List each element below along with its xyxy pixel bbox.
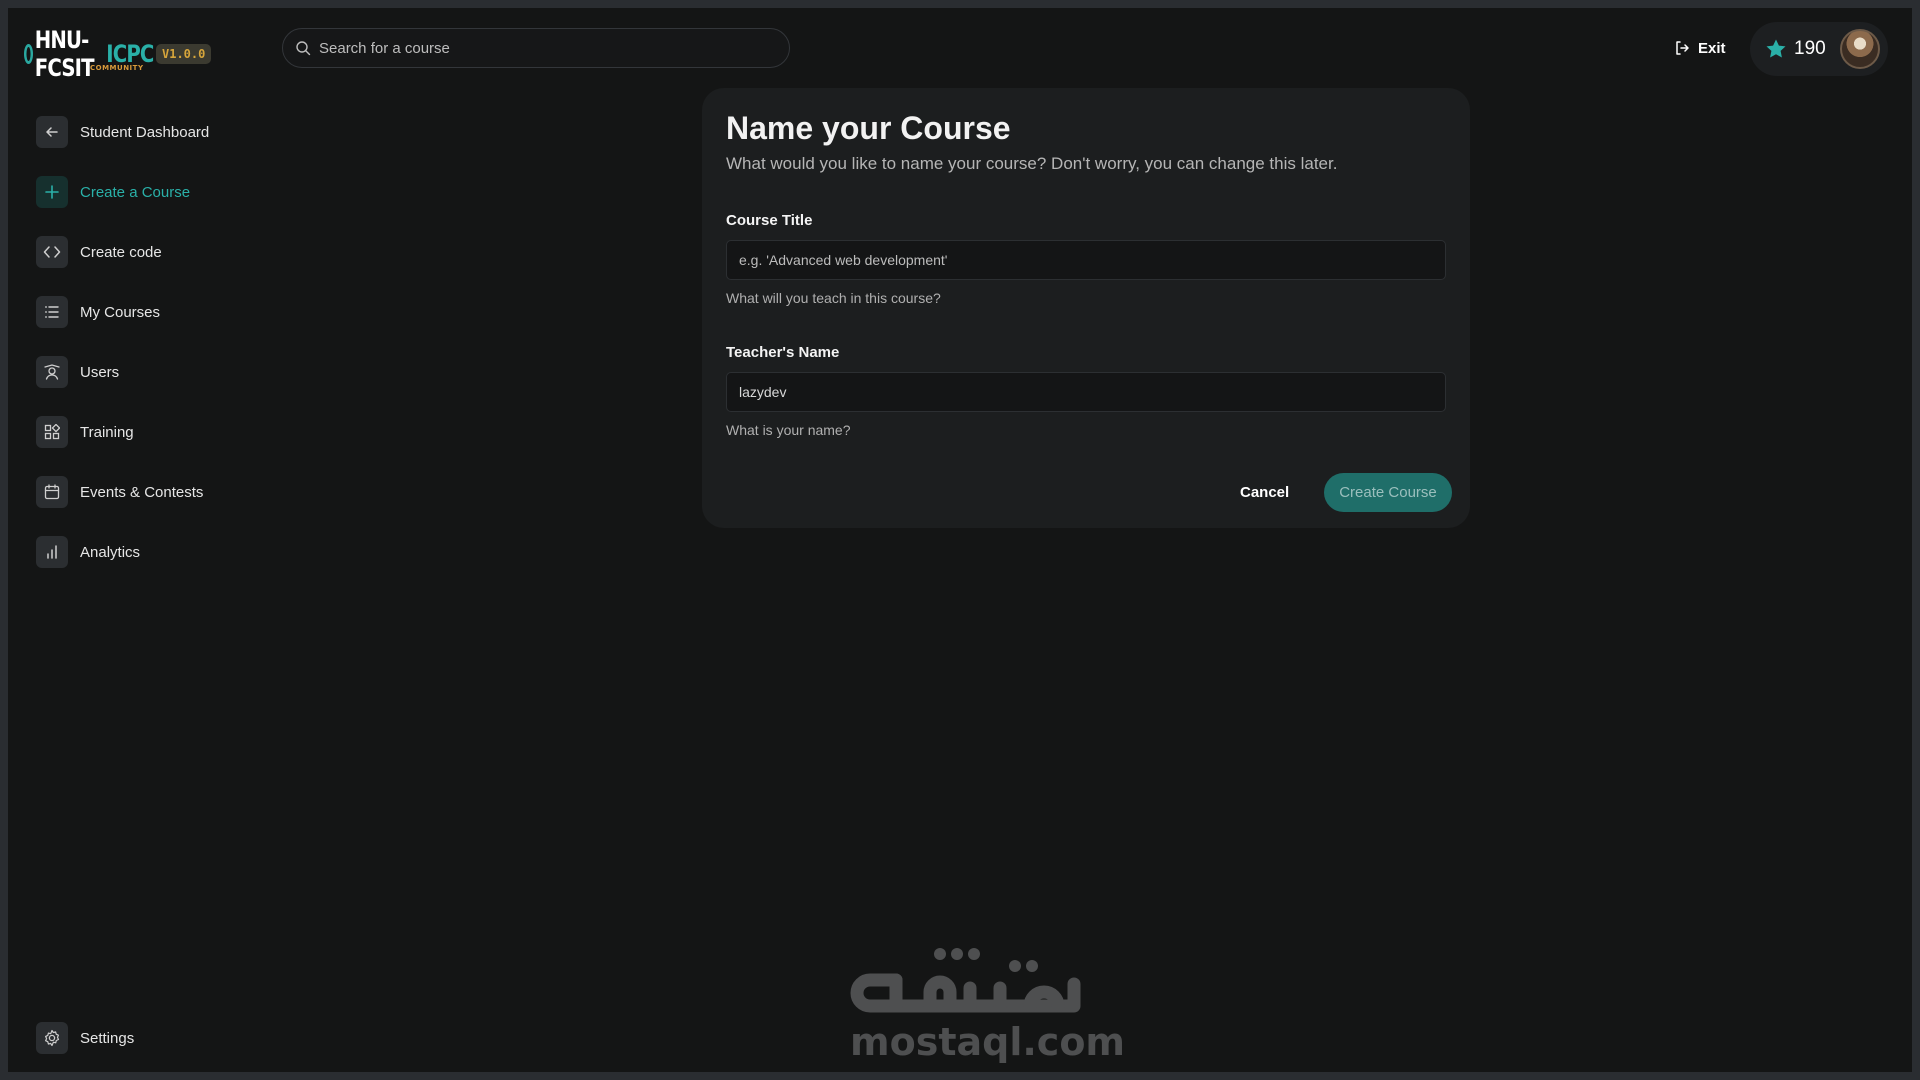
bar-chart-icon [36, 536, 68, 568]
gear-icon [36, 1022, 68, 1054]
user-badge-icon [36, 356, 68, 388]
code-icon [36, 236, 68, 268]
search-bar[interactable] [282, 28, 790, 68]
sidebar-item-label: Student Dashboard [80, 123, 210, 141]
version-badge: V1.0.0 [156, 44, 212, 64]
sidebar-item-create-code[interactable]: Create code [36, 236, 276, 268]
sidebar-item-label: My Courses [80, 303, 161, 321]
sidebar-item-label: Create a Course [80, 183, 191, 201]
plus-icon [36, 176, 68, 208]
star-icon [1766, 39, 1786, 58]
points-count: 190 [1794, 38, 1826, 59]
avatar[interactable] [1840, 29, 1880, 69]
logo-wordmark: HNU-FCSIT ICPC [24, 26, 154, 82]
list-icon [36, 296, 68, 328]
sidebar-item-label: Training [80, 423, 134, 441]
grid-icon [36, 416, 68, 448]
logo-subtitle: COMMUNITY [90, 64, 144, 72]
calendar-icon [36, 476, 68, 508]
arrow-left-icon [36, 116, 68, 148]
course-title-input[interactable] [726, 240, 1446, 280]
sidebar-item-student-dashboard[interactable]: Student Dashboard [36, 116, 276, 148]
cancel-button[interactable]: Cancel [1230, 473, 1299, 511]
sidebar-item-analytics[interactable]: Analytics [36, 536, 276, 568]
sidebar-item-users[interactable]: Users [36, 356, 276, 388]
sidebar-item-training[interactable]: Training [36, 416, 276, 448]
sidebar-item-events-contests[interactable]: Events & Contests [36, 476, 276, 508]
app-window: HNU-FCSIT ICPC COMMUNITY V1.0.0 Exit 190 [8, 8, 1912, 1072]
sidebar-item-label: Analytics [80, 543, 141, 561]
exit-button[interactable]: Exit [1674, 36, 1726, 60]
search-icon [296, 41, 311, 56]
teacher-name-help: What is your name? [726, 422, 851, 438]
teacher-name-input[interactable] [726, 372, 1446, 412]
logo-text-primary: HNU-FCSIT [34, 26, 95, 82]
sidebar-item-label: Create code [80, 243, 162, 261]
create-course-card: Name your Course What would you like to … [702, 88, 1470, 528]
course-title-help: What will you teach in this course? [726, 290, 941, 306]
page-subtitle: What would you like to name your course?… [726, 154, 1338, 173]
watermark-logo [850, 948, 1081, 1013]
brand-logo[interactable]: HNU-FCSIT ICPC COMMUNITY V1.0.0 [24, 26, 212, 82]
logout-icon [1676, 41, 1689, 55]
sidebar-item-label: Users [80, 363, 120, 381]
logo-emblem-icon [24, 44, 34, 64]
watermark-text: mostaql.com [850, 1020, 1126, 1064]
course-title-label: Course Title [726, 212, 813, 229]
page-title: Name your Course [726, 110, 1011, 146]
sidebar-item-create-course[interactable]: Create a Course [36, 176, 276, 208]
sidebar-item-label: Settings [80, 1029, 135, 1047]
sidebar-item-label: Events & Contests [80, 483, 204, 501]
create-course-button[interactable]: Create Course [1324, 473, 1452, 512]
user-points-pill[interactable]: 190 [1750, 22, 1888, 76]
teacher-name-label: Teacher's Name [726, 344, 840, 361]
exit-label: Exit [1698, 39, 1726, 57]
sidebar-item-settings[interactable]: Settings [36, 1022, 276, 1054]
sidebar-item-my-courses[interactable]: My Courses [36, 296, 276, 328]
search-input[interactable] [319, 39, 789, 57]
